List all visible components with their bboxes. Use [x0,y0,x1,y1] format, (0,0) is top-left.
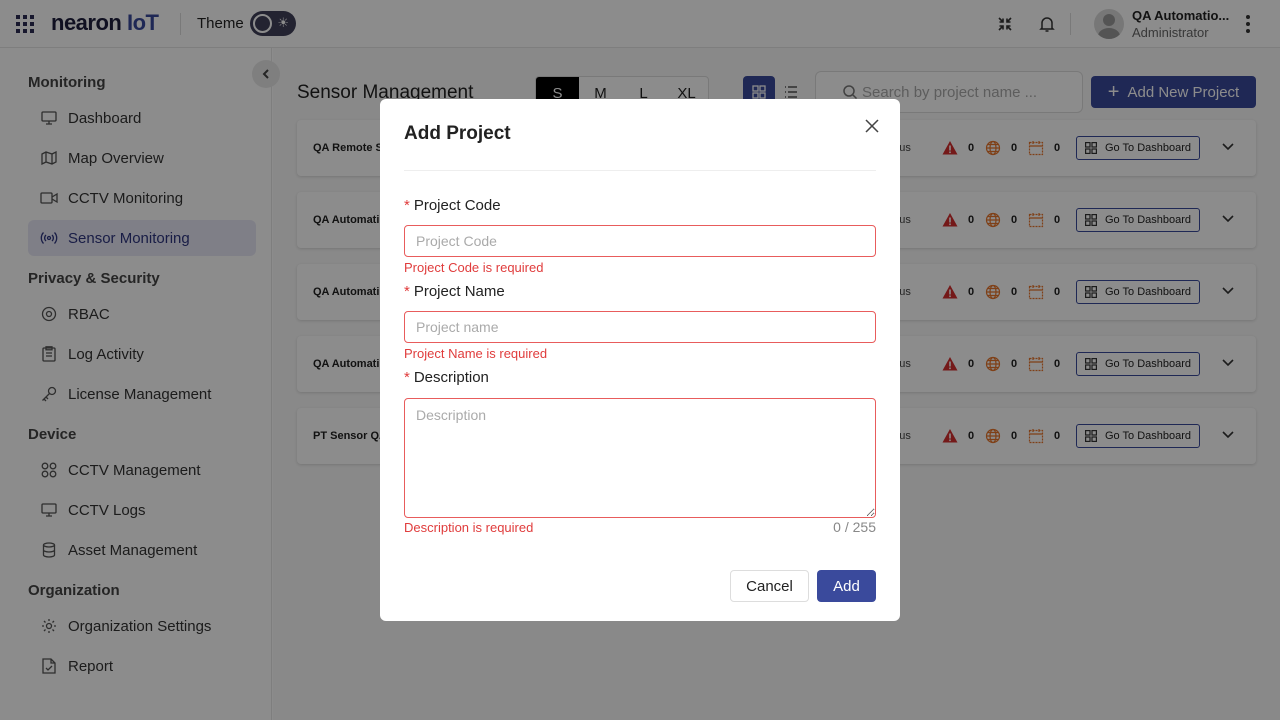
project-code-label-text: Project Code [413,197,501,214]
project-code-label: * Project Code [404,197,501,214]
modal-divider [404,170,876,171]
add-button[interactable]: Add [817,570,876,602]
project-name-label-text: Project Name [413,283,505,300]
project-code-input[interactable] [404,225,876,257]
add-project-modal: Add Project *Project Code Project Code i… [380,99,900,621]
description-label: * Description [404,369,489,386]
cancel-button[interactable]: Cancel [730,570,809,602]
required-mark: * [404,197,410,214]
description-label-text: Description [413,369,489,386]
modal-title: Add Project [404,123,511,144]
project-code-error: Project Code is required [404,260,544,275]
close-icon[interactable] [863,117,881,135]
description-error: Description is required [404,520,534,535]
description-textarea[interactable] [404,398,876,518]
required-mark: * [404,369,410,386]
description-counter: 0 / 255 [833,519,876,535]
required-mark: * [404,283,410,300]
project-name-error: Project Name is required [404,346,548,361]
project-name-label: * Project Name [404,283,505,300]
project-name-input[interactable] [404,311,876,343]
